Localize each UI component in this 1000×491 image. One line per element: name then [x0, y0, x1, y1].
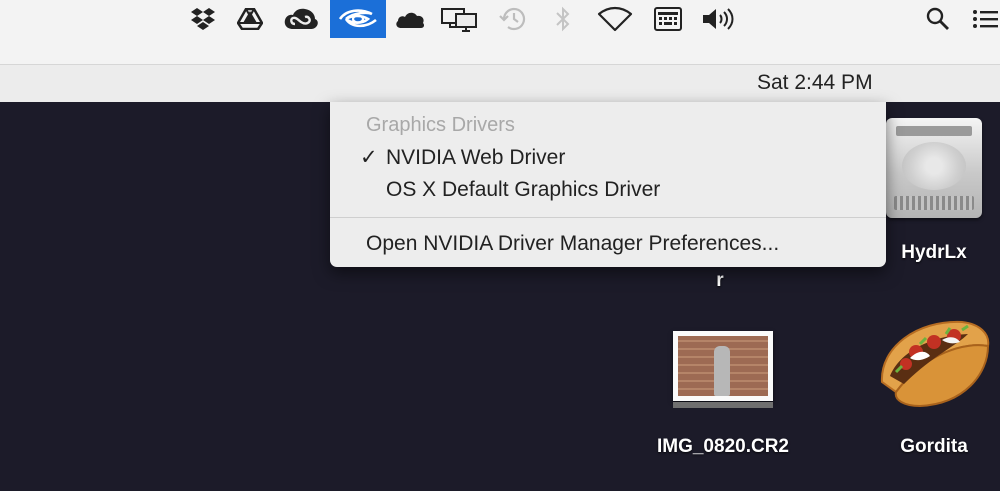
menu-bar-clock[interactable]: Sat 2:44 PM: [757, 64, 873, 102]
bluetooth-icon[interactable]: [553, 0, 573, 38]
photo-person: [714, 346, 730, 396]
creative-cloud-icon[interactable]: [282, 0, 320, 38]
checkmark-icon: ✓: [360, 146, 378, 169]
menu-item-label: Open NVIDIA Driver Manager Preferences..…: [366, 232, 780, 255]
menu-separator: [330, 217, 886, 218]
time-machine-icon[interactable]: [497, 0, 529, 38]
spotlight-icon[interactable]: [924, 0, 952, 38]
menu-header-graphics-drivers: Graphics Drivers: [366, 114, 515, 136]
volume-icon[interactable]: [700, 0, 740, 38]
notification-center-icon[interactable]: [970, 0, 1000, 38]
menu-item-nvidia-web-driver[interactable]: ✓ NVIDIA Web Driver: [330, 142, 886, 174]
wifi-icon[interactable]: [596, 0, 634, 38]
desktop-label-img-0820[interactable]: IMG_0820.CR2: [620, 436, 826, 458]
photo-brick-wall: [678, 336, 768, 396]
displays-icon[interactable]: [439, 0, 479, 38]
hard-drive-icon[interactable]: [886, 118, 982, 218]
dropbox-icon[interactable]: [188, 0, 218, 38]
menu-item-label: OS X Default Graphics Driver: [386, 178, 661, 201]
menu-item-os-x-default-driver[interactable]: OS X Default Graphics Driver: [330, 174, 886, 206]
desktop-label-gordita[interactable]: Gordita: [876, 436, 992, 458]
google-drive-icon[interactable]: [235, 0, 265, 38]
drive-bar: [896, 126, 972, 136]
drive-disk: [902, 142, 966, 190]
desktop-label-hydrlx[interactable]: HydrLx: [886, 242, 982, 264]
taco-image-icon[interactable]: [876, 312, 992, 412]
image-thumbnail-icon[interactable]: [673, 331, 773, 401]
menu-item-open-preferences[interactable]: Open NVIDIA Driver Manager Preferences..…: [330, 228, 886, 260]
keyboard-icon[interactable]: [652, 0, 684, 38]
cloud-icon[interactable]: [393, 0, 427, 38]
menu-item-label: NVIDIA Web Driver: [386, 146, 566, 169]
desktop-label-truncated[interactable]: r: [700, 270, 740, 292]
photo-shadow: [673, 402, 773, 408]
drive-connector: [894, 196, 974, 210]
nvidia-dropdown-menu: Graphics Drivers ✓ NVIDIA Web Driver OS …: [330, 102, 886, 267]
nvidia-icon[interactable]: [330, 0, 386, 38]
